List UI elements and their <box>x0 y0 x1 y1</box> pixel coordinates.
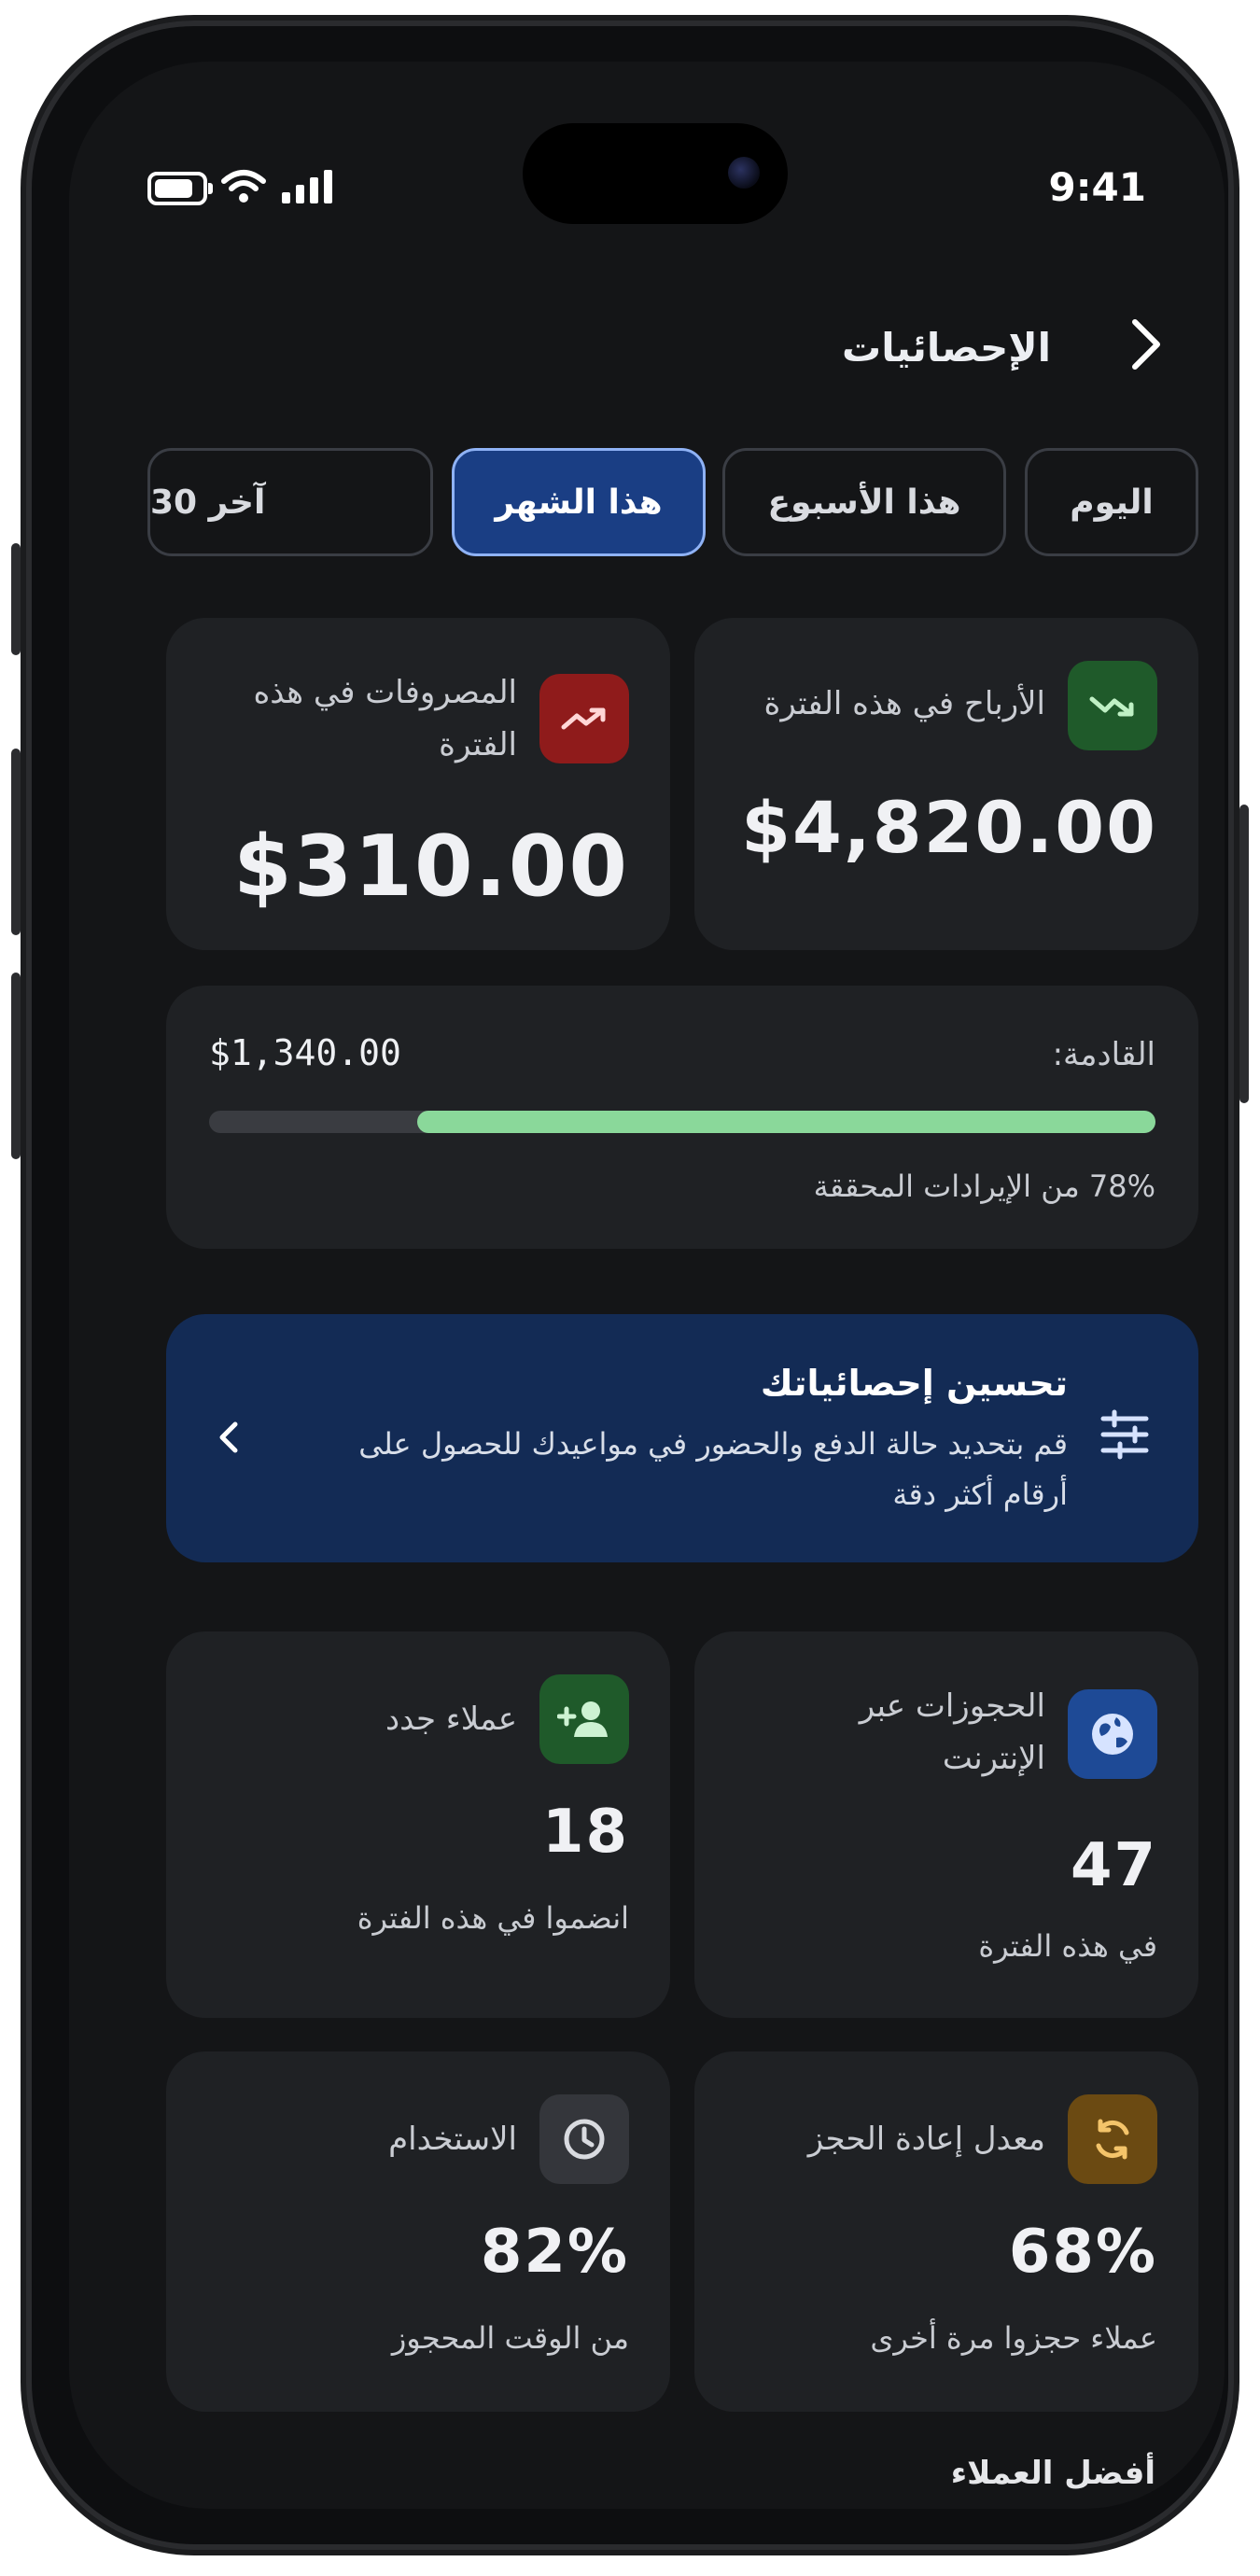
battery-icon <box>147 172 213 205</box>
status-time: 9:41 <box>1048 164 1146 210</box>
wifi-icon <box>220 168 267 209</box>
volume-down-button <box>11 973 21 1159</box>
dynamic-island <box>523 123 788 224</box>
top-clients-title: أفضل العملاء <box>950 2455 1155 2492</box>
expenses-card: المصروفات في هذه الفترة $310.00 <box>166 618 670 950</box>
usage-value: 82% <box>480 2218 629 2287</box>
new-clients-value: 18 <box>541 1798 629 1867</box>
tab-label: آخر 30 <box>150 483 266 522</box>
profit-card: الأرباح في هذه الفترة $4,820.00 <box>694 618 1198 950</box>
new-clients-label: عملاء جدد <box>385 1701 517 1738</box>
volume-up-button <box>11 749 21 935</box>
online-bookings-label: الحجوزات عبر الإنترنت <box>859 1687 1045 1777</box>
rebook-rate-label: معدل إعادة الحجز <box>807 2121 1045 2158</box>
trending-up-icon <box>539 674 629 763</box>
new-clients-card: عملاء جدد 18 انضموا في هذه الفترة <box>166 1631 670 2018</box>
online-bookings-caption: في هذه الفترة <box>978 1928 1157 1964</box>
cellular-signal-icon <box>282 170 332 203</box>
expenses-label: المصروفات في هذه الفترة <box>253 674 517 763</box>
clock-icon <box>539 2094 629 2184</box>
power-button <box>1239 805 1249 1103</box>
chevron-left-icon <box>218 1421 239 1458</box>
tab-label: هذا الأسبوع <box>767 483 961 522</box>
revenue-progress-fill <box>417 1111 1155 1133</box>
tab-label: اليوم <box>1070 483 1154 522</box>
profit-value: $4,820.00 <box>741 786 1157 869</box>
upcoming-value: $1,340.00 <box>209 1032 401 1073</box>
improve-stats-banner[interactable]: تحسين إحصائياتك قم بتحديد حالة الدفع وال… <box>166 1314 1198 1562</box>
new-clients-caption: انضموا في هذه الفترة <box>357 1900 629 1936</box>
improve-title: تحسين إحصائياتك <box>760 1363 1068 1404</box>
add-person-icon <box>539 1674 629 1764</box>
action-button <box>11 543 21 655</box>
rebook-rate-caption: عملاء حجزوا مرة أخرى <box>870 2320 1157 2356</box>
usage-caption: من الوقت المحجوز <box>391 2320 629 2356</box>
usage-label: الاستخدام <box>388 2121 517 2158</box>
usage-card: الاستخدام 82% من الوقت المحجوز <box>166 2051 670 2412</box>
camera-icon <box>728 157 760 189</box>
profit-label: الأرباح في هذه الفترة <box>763 685 1045 722</box>
upcoming-card: القادمة: $1,340.00 78% من الإيرادات المح… <box>166 986 1198 1249</box>
trending-icon <box>1068 661 1157 750</box>
chevron-right-icon <box>1132 319 1160 370</box>
page-title: الإحصائيات <box>842 325 1051 371</box>
refresh-icon <box>1068 2094 1157 2184</box>
phone-frame: 9:41 الإحصائيات اليوم هذا الأسبوع هذا ال… <box>11 21 1249 2550</box>
revenue-progress-caption: 78% من الإيرادات المحققة <box>813 1169 1155 1204</box>
online-bookings-card: الحجوزات عبر الإنترنت 47 في هذه الفترة <box>694 1631 1198 2018</box>
screen: 9:41 الإحصائيات اليوم هذا الأسبوع هذا ال… <box>69 62 1225 2509</box>
tab-this-month[interactable]: هذا الشهر <box>452 448 706 556</box>
improve-body: قم بتحديد حالة الدفع والحضور في مواعيدك … <box>358 1426 1068 1512</box>
rebook-rate-value: 68% <box>1008 2218 1157 2287</box>
back-button[interactable] <box>1118 312 1174 377</box>
upcoming-label: القادمة: <box>1052 1036 1155 1073</box>
online-bookings-value: 47 <box>1070 1831 1157 1900</box>
rebook-rate-card: معدل إعادة الحجز 68% عملاء حجزوا مرة أخر… <box>694 2051 1198 2412</box>
expenses-value: $310.00 <box>233 818 629 916</box>
tab-last-30[interactable]: آخر 30 <box>147 448 433 556</box>
tab-label: هذا الشهر <box>495 483 663 522</box>
tab-today[interactable]: اليوم <box>1025 448 1198 556</box>
globe-icon <box>1068 1689 1157 1779</box>
revenue-progress-bar <box>209 1111 1155 1133</box>
sliders-icon <box>1099 1409 1150 1463</box>
tab-this-week[interactable]: هذا الأسبوع <box>722 448 1006 556</box>
